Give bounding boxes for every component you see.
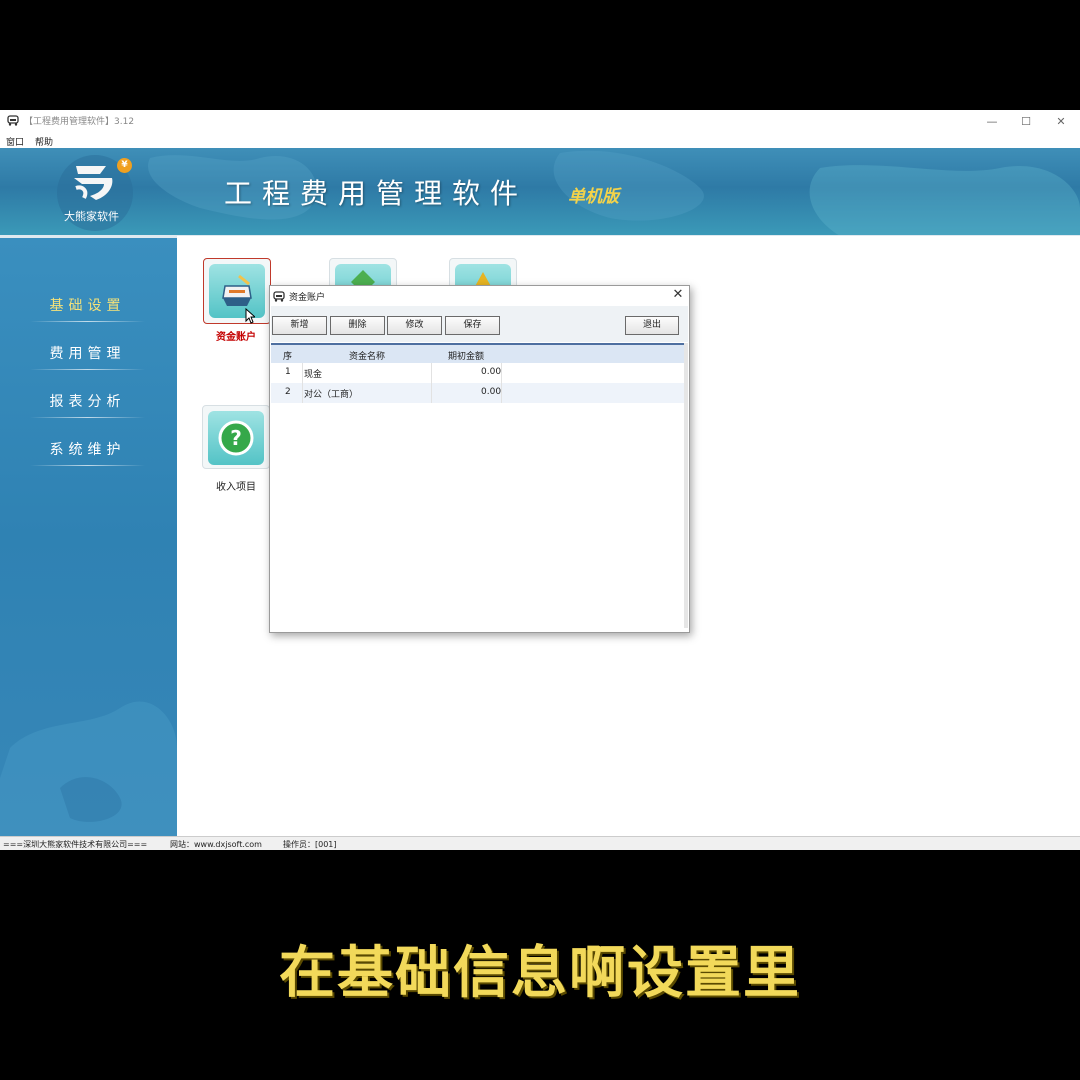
menu-window[interactable]: 窗口	[6, 135, 24, 148]
app-icon	[273, 291, 285, 302]
table-row[interactable]: 1 现金 0.00	[271, 363, 684, 383]
cell-name: 现金	[304, 370, 323, 380]
sidebar-item-expense-management[interactable]: 费用管理	[20, 338, 155, 370]
yen-badge-icon: ¥	[117, 158, 132, 173]
dialog-close-button[interactable]: ✕	[670, 287, 686, 303]
column-header-opening-amount[interactable]: 期初金额	[448, 349, 484, 362]
app-icon	[7, 115, 19, 126]
cell-amount: 0.00	[481, 367, 502, 377]
column-header-no[interactable]: 序	[283, 349, 292, 362]
logo-icon	[74, 166, 113, 200]
menu-help[interactable]: 帮助	[35, 135, 53, 148]
sidebar: 基础设置 费用管理 报表分析 系统维护	[0, 238, 177, 836]
cell-no: 2	[285, 387, 291, 397]
title-bar: 【工程费用管理软件】3.12 — ☐ ✕	[0, 110, 1080, 132]
question-icon: ?	[208, 411, 264, 465]
column-header-name[interactable]: 资金名称	[349, 349, 385, 362]
sidebar-map-graphic	[0, 701, 177, 836]
divider	[30, 321, 145, 322]
cell-no: 1	[285, 367, 291, 377]
delete-button[interactable]: 删除	[330, 316, 385, 335]
sidebar-item-label: 费用管理	[49, 346, 126, 362]
mouse-cursor-icon	[245, 308, 255, 324]
minimize-button[interactable]: —	[975, 112, 1009, 130]
exit-button[interactable]: 退出	[625, 316, 679, 335]
menu-bar: 窗口 帮助	[0, 132, 1080, 148]
column-divider	[302, 363, 303, 403]
tile-income-items[interactable]: ?	[202, 405, 270, 469]
divider	[30, 369, 145, 370]
dialog-toolbar: 新增 删除 修改 保存 退出	[271, 306, 688, 342]
world-map-graphic	[57, 150, 1080, 236]
table-header: 序 资金名称 期初金额	[271, 345, 684, 363]
edition-label: 单机版	[568, 187, 619, 207]
status-website: 网站：www.dxjsoft.com	[170, 840, 262, 849]
cell-amount: 0.00	[481, 387, 502, 397]
sidebar-item-label: 报表分析	[49, 394, 126, 410]
fund-account-dialog: 资金账户 ✕ 新增 删除 修改 保存 退出 序 资金名称 期初金额 1 现金 0…	[269, 285, 690, 633]
window-title: 【工程费用管理软件】3.12	[24, 117, 135, 127]
vertical-scrollbar[interactable]	[684, 343, 688, 628]
dialog-title-bar: 资金账户 ✕	[270, 286, 689, 306]
status-company: ===深圳大熊家软件技术有限公司===	[3, 840, 148, 849]
banner: ¥ 大熊家软件 工程费用管理软件 单机版	[0, 148, 1080, 236]
svg-text:?: ?	[230, 426, 242, 450]
status-bar: ===深圳大熊家软件技术有限公司=== 网站：www.dxjsoft.com 操…	[0, 836, 1080, 850]
status-operator: 操作员：[001]	[283, 840, 337, 849]
app-title: 工程费用管理软件	[224, 177, 529, 210]
accounts-table: 序 资金名称 期初金额 1 现金 0.00 2 对公（工商） 0.00	[271, 343, 684, 630]
column-divider	[431, 363, 432, 403]
divider	[30, 465, 145, 466]
cell-name: 对公（工商）	[304, 390, 359, 400]
sidebar-item-report-analysis[interactable]: 报表分析	[20, 386, 155, 418]
account-icon	[209, 264, 265, 318]
divider	[30, 417, 145, 418]
add-button[interactable]: 新增	[272, 316, 327, 335]
dialog-title: 资金账户	[289, 293, 326, 303]
sidebar-item-basic-settings[interactable]: 基础设置	[20, 290, 155, 322]
sidebar-item-label: 系统维护	[49, 442, 126, 458]
tile-label: 资金账户	[216, 332, 256, 343]
tile-label: 收入项目	[216, 482, 256, 493]
close-button[interactable]: ✕	[1044, 112, 1078, 130]
maximize-button[interactable]: ☐	[1009, 112, 1043, 130]
save-button[interactable]: 保存	[445, 316, 500, 335]
tile-fund-account[interactable]	[203, 258, 271, 324]
edit-button[interactable]: 修改	[387, 316, 442, 335]
table-row[interactable]: 2 对公（工商） 0.00	[271, 383, 684, 403]
sidebar-item-label: 基础设置	[49, 298, 126, 314]
video-subtitle: 在基础信息啊设置里	[279, 941, 801, 1006]
logo-text: 大熊家软件	[64, 210, 119, 223]
sidebar-item-system-maintenance[interactable]: 系统维护	[20, 434, 155, 466]
column-divider	[501, 363, 502, 403]
